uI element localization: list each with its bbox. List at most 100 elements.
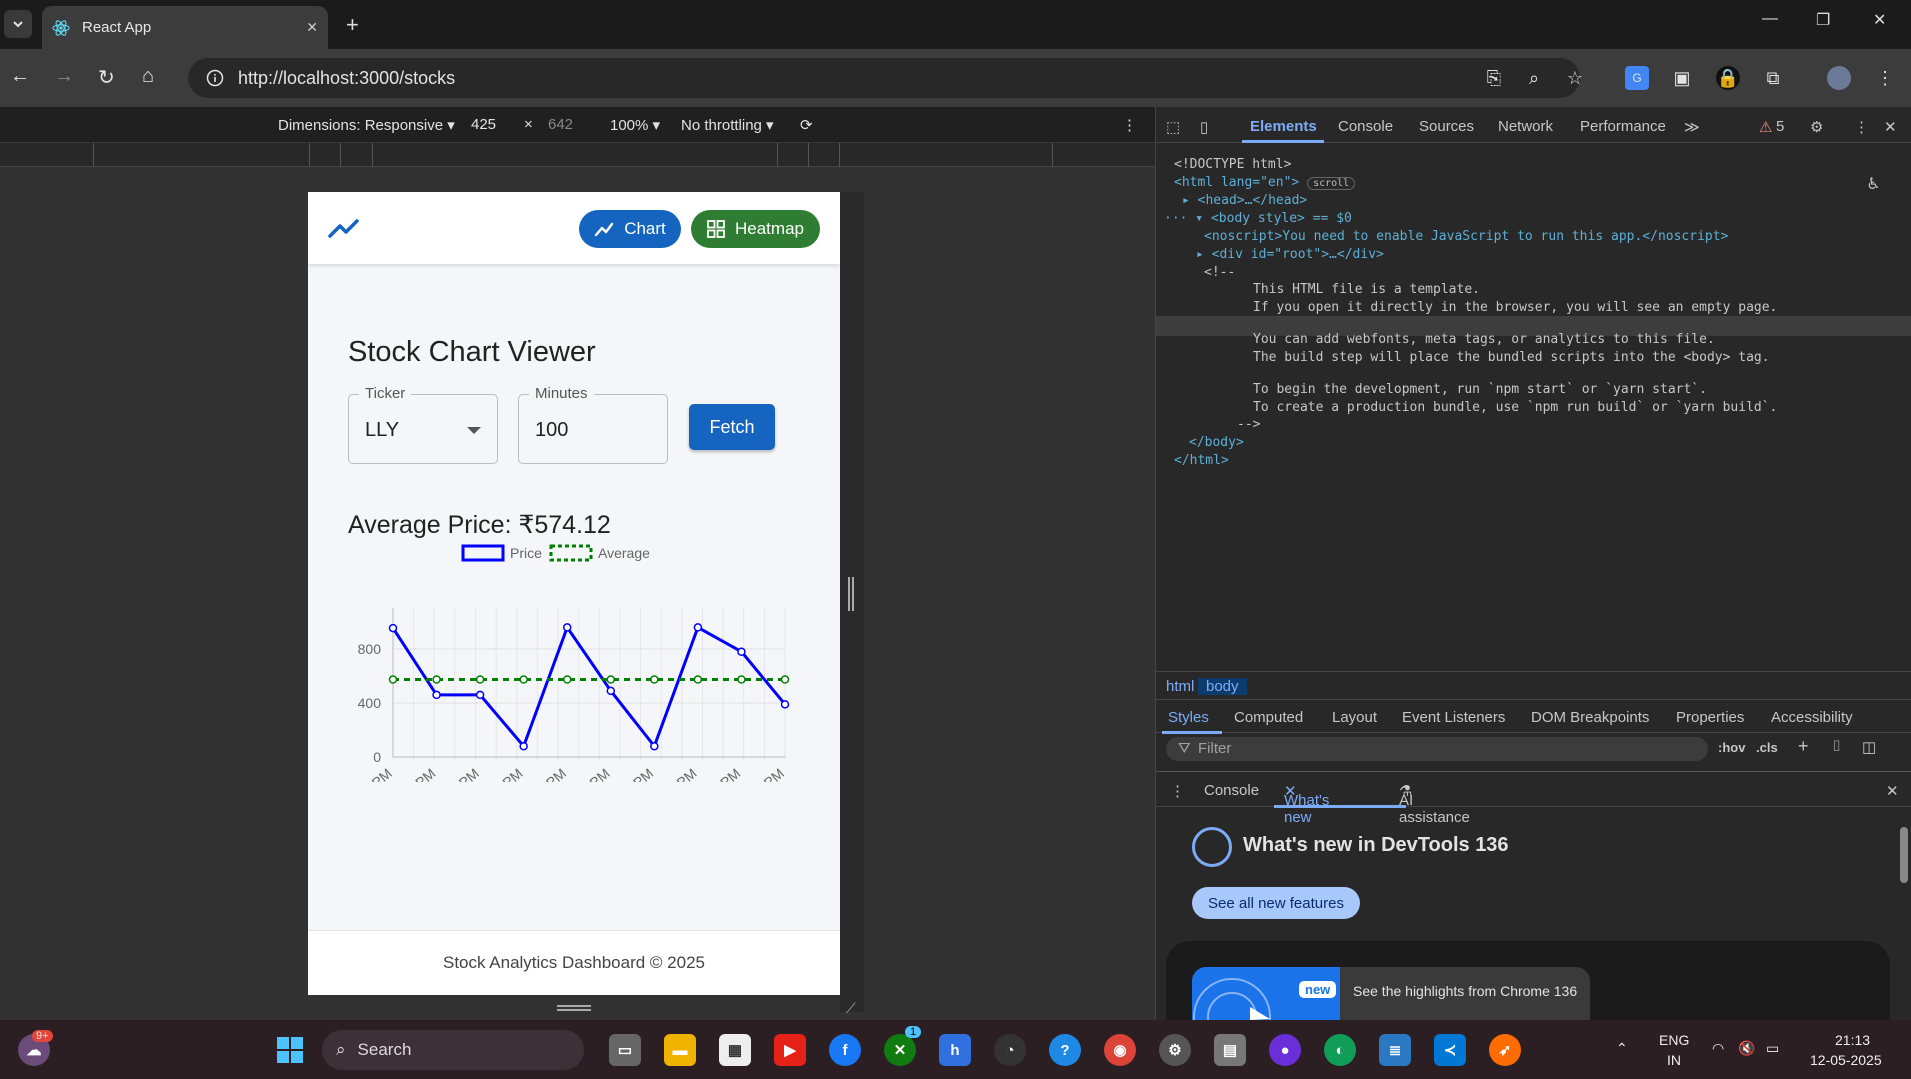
- more-tabs-icon[interactable]: ≫: [1684, 118, 1700, 136]
- minutes-input[interactable]: Minutes 100: [518, 385, 668, 464]
- help-icon[interactable]: ?: [1049, 1034, 1081, 1066]
- dom-line-selected[interactable]: ··· ▾ <body style> == $0: [1164, 211, 1352, 226]
- dom-line[interactable]: <html lang="en"> scroll: [1174, 175, 1356, 190]
- eclipse-icon[interactable]: ●: [1269, 1034, 1301, 1066]
- windows-start-icon[interactable]: [274, 1034, 306, 1066]
- volume-muted-icon[interactable]: 🔇: [1738, 1040, 1755, 1057]
- fetch-button[interactable]: Fetch: [689, 404, 775, 450]
- devtools-menu-icon[interactable]: ⋮: [1854, 118, 1869, 136]
- dom-line[interactable]: <!DOCTYPE html>: [1174, 157, 1291, 172]
- dom-line[interactable]: <noscript>You need to enable JavaScript …: [1204, 229, 1728, 244]
- microsoft-store-icon[interactable]: ▦: [719, 1034, 751, 1066]
- dom-line[interactable]: ▸ <div id="root">…</div>: [1196, 247, 1384, 262]
- throttling-dropdown[interactable]: No throttling ▾: [681, 116, 774, 134]
- tab-sources[interactable]: Sources: [1419, 118, 1474, 135]
- settings-gear-icon[interactable]: ⚙: [1810, 118, 1823, 136]
- zoom-dropdown[interactable]: 100% ▾: [610, 116, 660, 134]
- home-icon[interactable]: ⌂: [142, 65, 154, 88]
- device-toolbar-toggle-icon[interactable]: ▯: [1200, 118, 1208, 136]
- cast-extension-icon[interactable]: ▣: [1670, 66, 1694, 90]
- address-bar[interactable]: http://localhost:3000/stocks: [188, 58, 1580, 98]
- styles-filter-input[interactable]: ⛛ Filter: [1166, 737, 1708, 761]
- ticker-select[interactable]: Ticker LLY: [348, 385, 498, 464]
- settings-app-icon[interactable]: ⚙: [1159, 1034, 1191, 1066]
- heatmap-nav-button[interactable]: Heatmap: [691, 210, 820, 248]
- device-toolbar-menu-icon[interactable]: ⋮: [1122, 116, 1137, 134]
- close-drawer-icon[interactable]: ✕: [1886, 782, 1899, 800]
- bookmark-star-icon[interactable]: ☆: [1563, 66, 1587, 90]
- facebook-icon[interactable]: f: [829, 1034, 861, 1066]
- language-indicator-top[interactable]: ENG: [1659, 1032, 1689, 1048]
- warning-count[interactable]: 5: [1776, 118, 1784, 135]
- rotate-icon[interactable]: ⟳: [800, 116, 813, 134]
- dimensions-dropdown[interactable]: Dimensions: Responsive ▾: [278, 116, 455, 134]
- dom-line[interactable]: ▸ <head>…</head>: [1182, 193, 1307, 208]
- toggle-sidebar-icon[interactable]: ◫: [1862, 738, 1876, 756]
- resize-handle-horizontal[interactable]: [557, 1005, 591, 1011]
- tab-performance[interactable]: Performance: [1580, 118, 1666, 135]
- chrome-icon[interactable]: ◉: [1104, 1034, 1136, 1066]
- xbox-icon[interactable]: ✕: [884, 1034, 916, 1066]
- browser-tab[interactable]: React App ✕: [42, 6, 328, 49]
- tab-console[interactable]: Console: [1338, 118, 1393, 135]
- chart-nav-button[interactable]: Chart: [579, 210, 681, 248]
- translate-extension-icon[interactable]: G: [1625, 66, 1649, 90]
- notepad-icon[interactable]: ≣: [1379, 1034, 1411, 1066]
- drawer-tab-whats-new[interactable]: What's new ✕: [1284, 782, 1329, 826]
- media-query-ruler[interactable]: [0, 143, 1155, 167]
- drawer-tab-ai-assistance[interactable]: AI assistance ⚗: [1399, 782, 1470, 826]
- back-icon[interactable]: ←: [10, 65, 30, 88]
- extensions-icon[interactable]: ⧉: [1761, 66, 1785, 90]
- cls-toggle[interactable]: .cls: [1756, 740, 1778, 755]
- restore-icon[interactable]: ❐: [1816, 10, 1830, 30]
- dom-line[interactable]: </html>: [1174, 453, 1229, 468]
- accessibility-icon[interactable]: ♿: [1868, 173, 1879, 194]
- vscode-icon[interactable]: ≺: [1434, 1034, 1466, 1066]
- tab-computed[interactable]: Computed: [1234, 709, 1303, 726]
- language-indicator-bottom[interactable]: IN: [1667, 1052, 1681, 1068]
- trending-up-icon[interactable]: [328, 214, 360, 240]
- site-info-icon[interactable]: [206, 69, 224, 87]
- drawer-tab-console[interactable]: Console: [1204, 782, 1259, 799]
- tab-search-button[interactable]: [4, 10, 32, 38]
- tab-styles[interactable]: Styles: [1168, 709, 1209, 726]
- new-tab-icon[interactable]: +: [346, 12, 359, 38]
- dom-tree[interactable]: <!DOCTYPE html> <html lang="en"> scroll …: [1156, 143, 1911, 557]
- file-explorer-icon[interactable]: ▬: [664, 1034, 696, 1066]
- dom-line[interactable]: <!--: [1204, 265, 1235, 280]
- zoom-icon[interactable]: ⌕: [1522, 66, 1546, 90]
- hov-toggle[interactable]: :hov: [1718, 740, 1745, 755]
- tab-layout[interactable]: Layout: [1332, 709, 1377, 726]
- see-all-features-button[interactable]: See all new features: [1192, 887, 1360, 919]
- tab-properties[interactable]: Properties: [1676, 709, 1744, 726]
- tab-close-icon[interactable]: ✕: [306, 19, 318, 36]
- menu-kebab-icon[interactable]: ⋮: [1873, 66, 1897, 90]
- height-input[interactable]: 642: [548, 116, 573, 133]
- highlights-text[interactable]: See the highlights from Chrome 136: [1353, 983, 1577, 999]
- tab-event-listeners[interactable]: Event Listeners: [1402, 709, 1505, 726]
- dom-line[interactable]: </body>: [1189, 435, 1244, 450]
- new-style-rule-icon[interactable]: +: [1798, 736, 1809, 757]
- install-app-icon[interactable]: ⎘: [1482, 66, 1506, 90]
- show-hidden-icons[interactable]: ⌃: [1616, 1040, 1628, 1057]
- close-devtools-icon[interactable]: ✕: [1884, 118, 1897, 136]
- warning-icon[interactable]: ⚠: [1759, 118, 1772, 136]
- drawer-menu-icon[interactable]: ⋮: [1170, 782, 1185, 800]
- tab-elements[interactable]: Elements: [1250, 118, 1317, 135]
- docker-icon[interactable]: ▤: [1214, 1034, 1246, 1066]
- forward-icon[interactable]: →: [54, 65, 74, 88]
- tab-accessibility[interactable]: Accessibility: [1771, 709, 1853, 726]
- lock-extension-icon[interactable]: 🔒: [1716, 66, 1740, 90]
- battery-icon[interactable]: ▭: [1766, 1040, 1779, 1057]
- tab-network[interactable]: Network: [1498, 118, 1553, 135]
- reload-icon[interactable]: ↻: [98, 65, 115, 90]
- breadcrumb-html[interactable]: html: [1166, 678, 1194, 695]
- wifi-icon[interactable]: ◠: [1712, 1040, 1724, 1057]
- breadcrumb-body[interactable]: body: [1198, 678, 1247, 695]
- youtube-icon[interactable]: ▶: [774, 1034, 806, 1066]
- github-icon[interactable]: ◔: [994, 1034, 1026, 1066]
- tab-dom-breakpoints[interactable]: DOM Breakpoints: [1531, 709, 1649, 726]
- minimize-icon[interactable]: —: [1762, 10, 1778, 28]
- scroll-badge[interactable]: scroll: [1307, 177, 1356, 190]
- width-input[interactable]: 425: [471, 116, 496, 133]
